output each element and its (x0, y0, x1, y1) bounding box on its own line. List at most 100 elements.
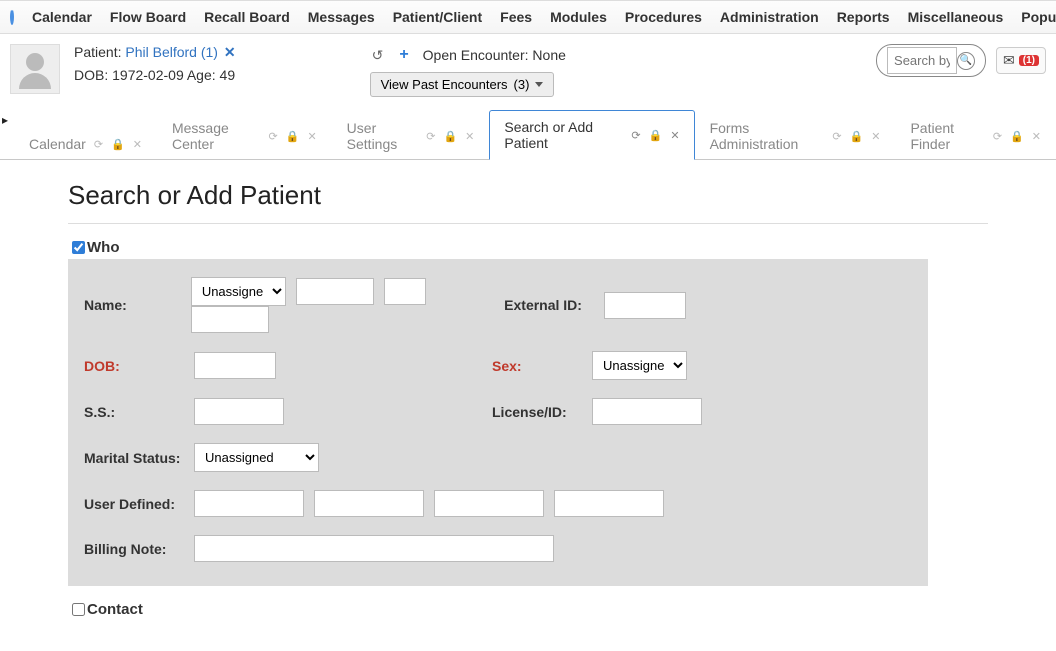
refresh-icon[interactable]: ⟳ (832, 130, 841, 143)
history-icon[interactable]: ↺ (370, 45, 386, 66)
external-id-label: External ID: (504, 297, 604, 313)
close-icon[interactable]: ✕ (670, 129, 679, 142)
userdef2-input[interactable] (314, 490, 424, 517)
header-right: 🔍 ✉ (1) (876, 44, 1046, 77)
global-search[interactable]: 🔍 (876, 44, 986, 77)
close-icon[interactable]: ✕ (871, 130, 880, 143)
sex-select[interactable]: Unassigned (592, 351, 687, 380)
chevron-down-icon (535, 82, 543, 87)
tab-label: Calendar (29, 136, 86, 152)
marital-select[interactable]: Unassigned (194, 443, 319, 472)
lock-icon[interactable]: 🔒 (649, 129, 663, 142)
nav-patient-client[interactable]: Patient/Client (393, 9, 482, 25)
section-who-header[interactable]: Who (68, 238, 988, 257)
envelope-icon: ✉ (1003, 52, 1015, 69)
userdef1-input[interactable] (194, 490, 304, 517)
nav-administration[interactable]: Administration (720, 9, 819, 25)
contact-label: Contact (87, 601, 143, 618)
search-icon[interactable]: 🔍 (957, 52, 975, 70)
close-icon[interactable]: ✕ (307, 130, 316, 143)
patient-label: Patient: (74, 44, 121, 60)
lock-icon[interactable]: 🔒 (850, 130, 864, 143)
tab-calendar[interactable]: Calendar ⟳ 🔒 ✕ (14, 127, 157, 160)
who-label: Who (87, 239, 119, 256)
close-icon[interactable]: ✕ (133, 138, 142, 151)
who-checkbox[interactable] (72, 241, 85, 254)
tab-label: Search or Add Patient (504, 119, 623, 151)
billing-note-label: Billing Note: (84, 541, 194, 557)
tab-message-center[interactable]: Message Center ⟳ 🔒 ✕ (157, 111, 332, 160)
avatar (10, 44, 60, 94)
lock-icon[interactable]: 🔒 (1010, 130, 1024, 143)
messages-button[interactable]: ✉ (1) (996, 47, 1046, 74)
tab-search-add-patient[interactable]: Search or Add Patient ⟳ 🔒 ✕ (489, 110, 694, 160)
close-icon[interactable]: ✕ (1032, 130, 1041, 143)
view-past-count: (3) (514, 77, 530, 92)
view-past-label: View Past Encounters (381, 77, 508, 92)
close-patient-icon[interactable]: ✕ (224, 44, 236, 60)
lock-icon[interactable]: 🔒 (286, 130, 300, 143)
tab-label: Message Center (172, 120, 261, 152)
contact-checkbox[interactable] (72, 603, 85, 616)
refresh-icon[interactable]: ⟳ (993, 130, 1002, 143)
dob-input[interactable] (194, 352, 276, 379)
open-tabs: Calendar ⟳ 🔒 ✕ Message Center ⟳ 🔒 ✕ User… (0, 109, 1056, 160)
userdef3-input[interactable] (434, 490, 544, 517)
ss-input[interactable] (194, 398, 284, 425)
nav-popups[interactable]: Popups (1021, 9, 1056, 25)
open-encounter-label: Open Encounter: (423, 47, 529, 63)
who-panel: Name: Unassigned External ID: DOB: Sex: … (68, 259, 928, 586)
refresh-icon[interactable]: ⟳ (94, 138, 103, 151)
nav-recall-board[interactable]: Recall Board (204, 9, 290, 25)
messages-badge: (1) (1019, 55, 1039, 66)
refresh-icon[interactable]: ⟳ (269, 130, 278, 143)
close-icon[interactable]: ✕ (465, 130, 474, 143)
external-id-input[interactable] (604, 292, 686, 319)
dob-label: DOB: (84, 358, 194, 374)
tab-patient-finder[interactable]: Patient Finder ⟳ 🔒 ✕ (895, 111, 1056, 160)
patient-info: Patient: Phil Belford (1) ✕ DOB: 1972-02… (74, 44, 236, 83)
add-encounter-icon[interactable]: + (397, 44, 410, 66)
page-title: Search or Add Patient (68, 180, 988, 211)
page-body: Search or Add Patient Who Name: Unassign… (0, 160, 1056, 651)
marital-label: Marital Status: (84, 450, 194, 466)
open-encounter-value: None (532, 47, 565, 63)
refresh-icon[interactable]: ⟳ (631, 129, 640, 142)
last-name-input[interactable] (191, 306, 269, 333)
patient-bar: Patient: Phil Belford (1) ✕ DOB: 1972-02… (0, 34, 1056, 103)
patient-name-link[interactable]: Phil Belford (1) (125, 44, 218, 60)
billing-note-input[interactable] (194, 535, 554, 562)
nav-miscellaneous[interactable]: Miscellaneous (908, 9, 1004, 25)
tab-user-settings[interactable]: User Settings ⟳ 🔒 ✕ (332, 111, 490, 160)
userdef-label: User Defined: (84, 496, 194, 512)
top-nav: Calendar Flow Board Recall Board Message… (0, 0, 1056, 34)
sex-label: Sex: (492, 358, 592, 374)
license-label: License/ID: (492, 404, 592, 420)
name-label: Name: (84, 297, 191, 313)
lock-icon[interactable]: 🔒 (111, 138, 125, 151)
patient-dob-line: DOB: 1972-02-09 Age: 49 (74, 67, 236, 83)
tab-label: User Settings (347, 120, 419, 152)
tab-forms-administration[interactable]: Forms Administration ⟳ 🔒 ✕ (695, 111, 896, 160)
name-prefix-select[interactable]: Unassigned (191, 277, 286, 306)
nav-flow-board[interactable]: Flow Board (110, 9, 186, 25)
section-contact-header[interactable]: Contact (68, 600, 988, 619)
license-input[interactable] (592, 398, 702, 425)
nav-messages[interactable]: Messages (308, 9, 375, 25)
first-name-input[interactable] (296, 278, 374, 305)
global-search-input[interactable] (887, 47, 957, 74)
middle-name-input[interactable] (384, 278, 426, 305)
userdef4-input[interactable] (554, 490, 664, 517)
nav-modules[interactable]: Modules (550, 9, 607, 25)
divider (68, 223, 988, 224)
app-logo-icon (10, 9, 14, 25)
nav-procedures[interactable]: Procedures (625, 9, 702, 25)
nav-fees[interactable]: Fees (500, 9, 532, 25)
tab-label: Patient Finder (910, 120, 984, 152)
lock-icon[interactable]: 🔒 (443, 130, 457, 143)
view-past-encounters-button[interactable]: View Past Encounters (3) (370, 72, 555, 97)
refresh-icon[interactable]: ⟳ (426, 130, 435, 143)
ss-label: S.S.: (84, 404, 194, 420)
nav-reports[interactable]: Reports (837, 9, 890, 25)
nav-calendar[interactable]: Calendar (32, 9, 92, 25)
